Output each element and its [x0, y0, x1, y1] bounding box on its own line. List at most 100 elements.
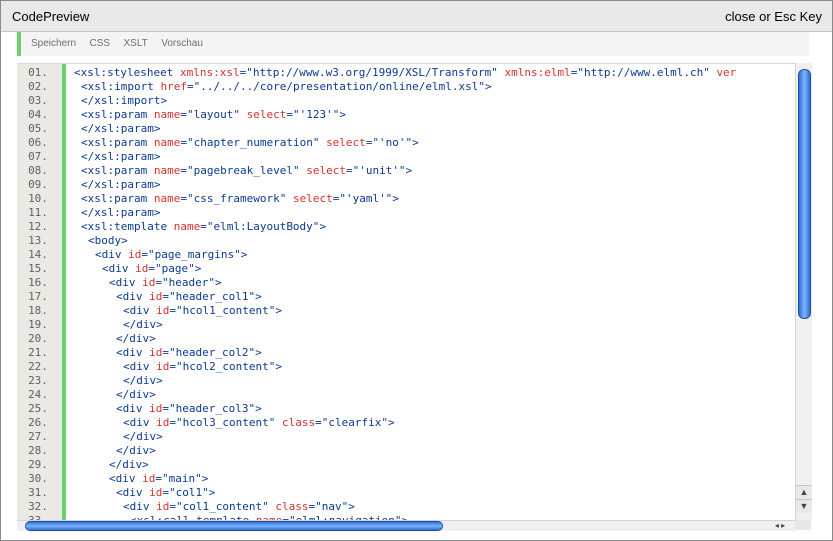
line-number: 10. — [28, 192, 48, 205]
tag-text: </xsl:param> — [81, 122, 161, 135]
vertical-scroll-thumb[interactable] — [798, 69, 811, 319]
attribute-value: "../../../core/presentation/online/elml.… — [193, 80, 486, 93]
tag-text: > — [387, 416, 395, 429]
horizontal-scrollbar[interactable]: ◂ ▸ — [17, 520, 795, 531]
tag-text — [286, 192, 293, 205]
tab-speichern[interactable]: Speichern — [31, 38, 76, 49]
tag-text: > — [240, 248, 248, 261]
attribute-name: select — [306, 164, 346, 177]
vertical-scrollbar[interactable]: ▲ ▼ — [795, 63, 812, 520]
line-code: <xsl:param name="css_framework" select="… — [66, 192, 399, 206]
attribute-name: href — [160, 80, 187, 93]
tag-text: = — [186, 80, 194, 93]
line-number: 22. — [28, 360, 48, 373]
line-number: 20. — [28, 332, 48, 345]
tag-text — [240, 108, 247, 121]
code-line: 09. </xsl:param> — [17, 178, 795, 192]
scrollbar-corner — [795, 520, 811, 530]
tab-css[interactable]: CSS — [89, 38, 110, 49]
attribute-name: id — [149, 290, 163, 303]
tag-text: <div — [123, 500, 157, 513]
code-line: 14. <div id="page_margins"> — [17, 248, 795, 262]
line-number: 06. — [28, 136, 48, 149]
code-line: 22. <div id="hcol2_content"> — [17, 360, 795, 374]
line-number: 04. — [28, 108, 48, 121]
tag-text: = — [169, 360, 176, 373]
tag-text: <div — [95, 248, 129, 261]
tag-text: <xsl:template — [81, 220, 174, 233]
code-line: 15. <div id="page"> — [17, 262, 795, 276]
line-number: 27. — [28, 430, 48, 443]
tag-text: = — [162, 346, 169, 359]
tag-text: > — [348, 500, 355, 513]
line-number: 09. — [28, 178, 48, 191]
tag-text: > — [485, 80, 492, 93]
attribute-name: class — [281, 416, 316, 429]
scroll-left-arrow-icon[interactable]: ◂ — [775, 521, 779, 530]
line-code: <div id="header_col2"> — [101, 346, 262, 360]
line-code: <xsl:param name="pagebreak_level" select… — [66, 164, 412, 178]
line-code: </xsl:param> — [66, 206, 160, 220]
tab-vorschau[interactable]: Vorschau — [161, 38, 203, 49]
tag-text: <div — [116, 402, 150, 415]
line-code: <xsl:template name="elml:LayoutBody"> — [66, 220, 326, 234]
code-line: 01. <xsl:stylesheet xmlns:xsl="http://www… — [17, 66, 795, 80]
tag-text: > — [405, 164, 413, 177]
tag-text: <xsl:param — [81, 108, 154, 121]
code-line: 19. </div> — [17, 318, 795, 332]
attribute-name: class — [275, 500, 309, 513]
tag-text: = — [180, 192, 187, 205]
line-code: </div> — [108, 430, 163, 444]
attribute-name: select — [292, 192, 333, 205]
attribute-value: "col1_content" — [176, 500, 269, 513]
line-code: </div> — [108, 374, 163, 388]
attribute-name: id — [149, 402, 163, 415]
line-number: 08. — [28, 164, 48, 177]
attribute-value: "hcol2_content" — [176, 360, 276, 373]
tag-text: = — [200, 220, 207, 233]
tag-text: = — [315, 416, 322, 429]
tag-text: = — [286, 108, 293, 121]
attribute-value: "page" — [155, 262, 195, 275]
tag-text: </xsl:param> — [81, 206, 161, 219]
attribute-value: "header" — [162, 276, 215, 289]
tab-xslt[interactable]: XSLT — [124, 38, 148, 49]
scroll-right-arrow-icon[interactable]: ▸ — [781, 521, 785, 530]
code-line: 28. </div> — [17, 444, 795, 458]
line-code: <div id="col1_content" class="nav"> — [108, 500, 355, 514]
close-button[interactable]: close or Esc Key — [725, 9, 822, 24]
line-code: <div id="main"> — [94, 472, 208, 486]
line-number: 32. — [28, 500, 48, 513]
tag-text: <div — [109, 276, 143, 289]
line-code: </xsl:param> — [66, 122, 160, 136]
attribute-name: ver — [716, 66, 737, 79]
tag-text — [498, 66, 505, 79]
tag-text: <div — [102, 262, 136, 275]
scroll-up-arrow-icon[interactable]: ▲ — [796, 485, 812, 499]
line-number: 14. — [28, 248, 48, 261]
code-line: 27. </div> — [17, 430, 795, 444]
code-editor[interactable]: 01. <xsl:stylesheet xmlns:xsl="http://www… — [17, 63, 811, 527]
attribute-name: name — [153, 108, 181, 121]
attribute-value: "clearfix" — [321, 416, 388, 429]
code-line: 21. <div id="header_col2"> — [17, 346, 795, 360]
code-line: 13. <body> — [17, 234, 795, 248]
attribute-name: xmlns:xsl — [179, 66, 240, 79]
tag-text: = — [162, 402, 169, 415]
horizontal-scroll-thumb[interactable] — [25, 521, 443, 531]
attribute-value: "elml:LayoutBody" — [206, 220, 320, 233]
line-number: 12. — [28, 220, 48, 233]
attribute-value: "http://www.elml.ch" — [577, 66, 710, 79]
line-code: </div> — [101, 388, 156, 402]
scroll-down-arrow-icon[interactable]: ▼ — [796, 499, 812, 513]
attribute-value: "css_framework" — [186, 192, 287, 205]
line-number: 05. — [28, 122, 48, 135]
tag-text: > — [201, 472, 209, 485]
tag-text: > — [208, 486, 216, 499]
attribute-value: "header_col3" — [169, 402, 256, 415]
tag-text: = — [155, 276, 162, 289]
tag-text: <div — [116, 290, 150, 303]
code-preview-window: CodePreview close or Esc Key Speichern C… — [0, 0, 833, 541]
tag-text: > — [275, 304, 282, 317]
line-number: 02. — [28, 80, 48, 93]
